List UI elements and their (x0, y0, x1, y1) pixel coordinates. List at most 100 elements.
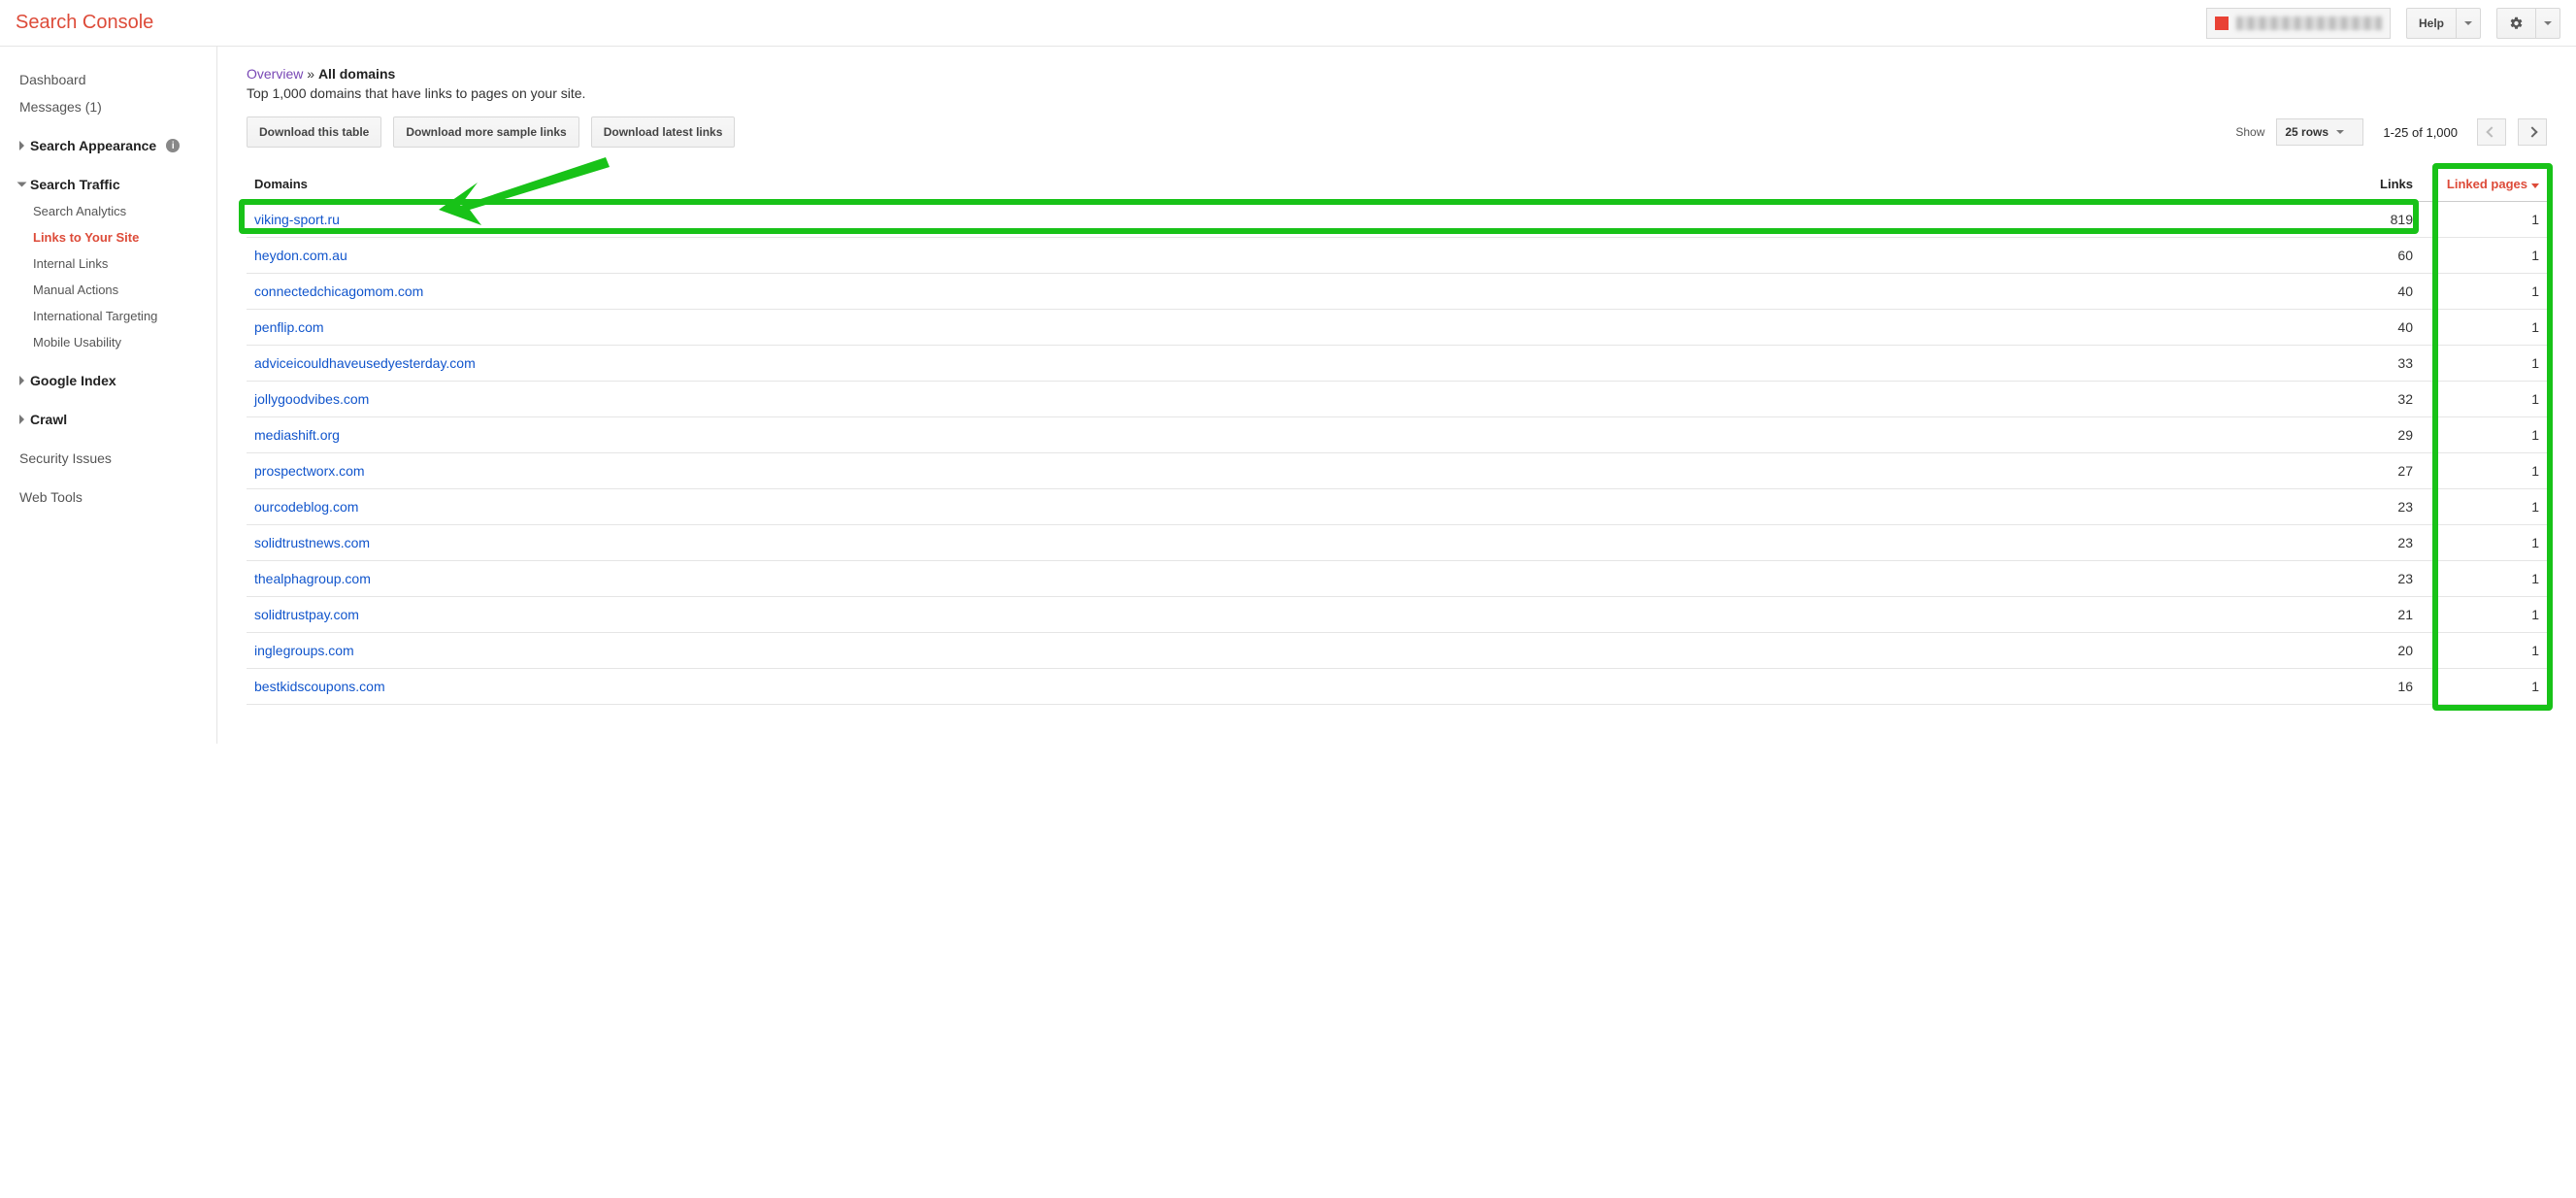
cell-domain: solidtrustpay.com (247, 597, 2149, 633)
table-row: adviceicouldhaveusedyesterday.com331 (247, 346, 2547, 382)
sidebar-item-label: Search Appearance (30, 138, 156, 153)
caret-down-icon (17, 183, 27, 187)
cell-links: 40 (2149, 274, 2421, 310)
sidebar-item-internal-links[interactable]: Internal Links (16, 250, 216, 277)
sidebar-item-label: Search Traffic (30, 177, 120, 192)
cell-domain: bestkidscoupons.com (247, 669, 2149, 705)
cell-links: 23 (2149, 561, 2421, 597)
cell-domain: penflip.com (247, 310, 2149, 346)
chevron-down-icon (2544, 21, 2552, 25)
domain-link[interactable]: inglegroups.com (254, 643, 354, 658)
col-header-domain[interactable]: Domains (247, 167, 2149, 202)
col-header-links[interactable]: Links (2149, 167, 2421, 202)
highlight-first-row (239, 199, 2419, 234)
breadcrumb-separator: » (303, 66, 318, 82)
download-more-links-button[interactable]: Download more sample links (393, 116, 578, 148)
sidebar-section-search-traffic[interactable]: Search Traffic (16, 171, 216, 198)
cell-links: 40 (2149, 310, 2421, 346)
table-row: thealphagroup.com231 (247, 561, 2547, 597)
domain-link[interactable]: connectedchicagomom.com (254, 283, 423, 299)
help-button-group: Help (2406, 8, 2481, 39)
cell-links: 16 (2149, 669, 2421, 705)
sidebar-item-manual-actions[interactable]: Manual Actions (16, 277, 216, 303)
domain-link[interactable]: solidtrustnews.com (254, 535, 370, 550)
cell-domain: connectedchicagomom.com (247, 274, 2149, 310)
domains-table: Domains Links Linked pages viking-sport.… (247, 167, 2547, 705)
download-latest-links-button[interactable]: Download latest links (591, 116, 736, 148)
toolbar: Download this table Download more sample… (247, 116, 2547, 148)
cell-links: 23 (2149, 489, 2421, 525)
table-row: ourcodeblog.com231 (247, 489, 2547, 525)
breadcrumb: Overview » All domains (247, 66, 2547, 82)
sidebar-item-web-tools[interactable]: Web Tools (16, 483, 216, 511)
header-right: Help (2206, 8, 2560, 39)
domain-link[interactable]: thealphagroup.com (254, 571, 371, 586)
rows-per-page-select[interactable]: 25 rows (2276, 118, 2363, 146)
sidebar-item-label: Crawl (30, 412, 67, 427)
cell-links: 32 (2149, 382, 2421, 417)
sidebar-section-crawl[interactable]: Crawl (16, 406, 216, 433)
cell-domain: inglegroups.com (247, 633, 2149, 669)
cell-domain: thealphagroup.com (247, 561, 2149, 597)
sidebar: Dashboard Messages (1) Search Appearance… (0, 47, 217, 744)
domain-link[interactable]: bestkidscoupons.com (254, 679, 385, 694)
domain-link[interactable]: prospectworx.com (254, 463, 365, 479)
rows-value: 25 rows (2285, 125, 2328, 139)
cell-domain: solidtrustnews.com (247, 525, 2149, 561)
cell-domain: ourcodeblog.com (247, 489, 2149, 525)
table-row: jollygoodvibes.com321 (247, 382, 2547, 417)
breadcrumb-overview-link[interactable]: Overview (247, 66, 303, 82)
domain-link[interactable]: penflip.com (254, 319, 324, 335)
cell-links: 29 (2149, 417, 2421, 453)
cell-links: 27 (2149, 453, 2421, 489)
caret-right-icon (19, 376, 24, 385)
chevron-right-icon (2526, 126, 2537, 137)
sidebar-item-security-issues[interactable]: Security Issues (16, 445, 216, 472)
sidebar-item-dashboard[interactable]: Dashboard (16, 66, 216, 93)
site-favicon (2215, 17, 2229, 30)
profile-dropdown[interactable] (2206, 8, 2391, 39)
cell-domain: mediashift.org (247, 417, 2149, 453)
sidebar-item-links-to-your-site[interactable]: Links to Your Site (16, 224, 216, 250)
cell-links: 21 (2149, 597, 2421, 633)
help-dropdown[interactable] (2456, 8, 2481, 39)
table-row: solidtrustpay.com211 (247, 597, 2547, 633)
sidebar-item-search-analytics[interactable]: Search Analytics (16, 198, 216, 224)
table-row: prospectworx.com271 (247, 453, 2547, 489)
settings-button[interactable] (2496, 8, 2535, 39)
sidebar-item-international-targeting[interactable]: International Targeting (16, 303, 216, 329)
info-icon[interactable]: i (166, 139, 180, 152)
domain-link[interactable]: ourcodeblog.com (254, 499, 358, 515)
top-header: Search Console Help (0, 0, 2576, 47)
cell-domain: jollygoodvibes.com (247, 382, 2149, 417)
cell-links: 60 (2149, 238, 2421, 274)
sidebar-item-messages[interactable]: Messages (1) (16, 93, 216, 120)
help-button[interactable]: Help (2406, 8, 2456, 39)
sidebar-item-label: Google Index (30, 373, 116, 388)
prev-page-button[interactable] (2477, 118, 2506, 146)
sidebar-section-search-appearance[interactable]: Search Appearance i (16, 132, 216, 159)
pagination-info: 1-25 of 1,000 (2383, 125, 2458, 140)
domain-link[interactable]: adviceicouldhaveusedyesterday.com (254, 355, 476, 371)
table-wrapper: Domains Links Linked pages viking-sport.… (247, 167, 2547, 705)
sidebar-item-mobile-usability[interactable]: Mobile Usability (16, 329, 216, 355)
main-content: Overview » All domains Top 1,000 domains… (217, 47, 2576, 744)
domain-link[interactable]: jollygoodvibes.com (254, 391, 369, 407)
domain-link[interactable]: heydon.com.au (254, 248, 347, 263)
download-table-button[interactable]: Download this table (247, 116, 381, 148)
domain-link[interactable]: solidtrustpay.com (254, 607, 359, 622)
chevron-down-icon (2464, 21, 2472, 25)
site-name-redacted (2236, 17, 2382, 30)
settings-button-group (2496, 8, 2560, 39)
next-page-button[interactable] (2518, 118, 2547, 146)
domain-link[interactable]: mediashift.org (254, 427, 340, 443)
caret-right-icon (19, 415, 24, 424)
table-row: heydon.com.au601 (247, 238, 2547, 274)
sidebar-section-google-index[interactable]: Google Index (16, 367, 216, 394)
app-title: Search Console (16, 12, 153, 34)
settings-dropdown[interactable] (2535, 8, 2560, 39)
chevron-down-icon (2336, 130, 2344, 134)
page-subtitle: Top 1,000 domains that have links to pag… (247, 85, 2547, 101)
table-row: connectedchicagomom.com401 (247, 274, 2547, 310)
chevron-left-icon (2486, 126, 2496, 137)
